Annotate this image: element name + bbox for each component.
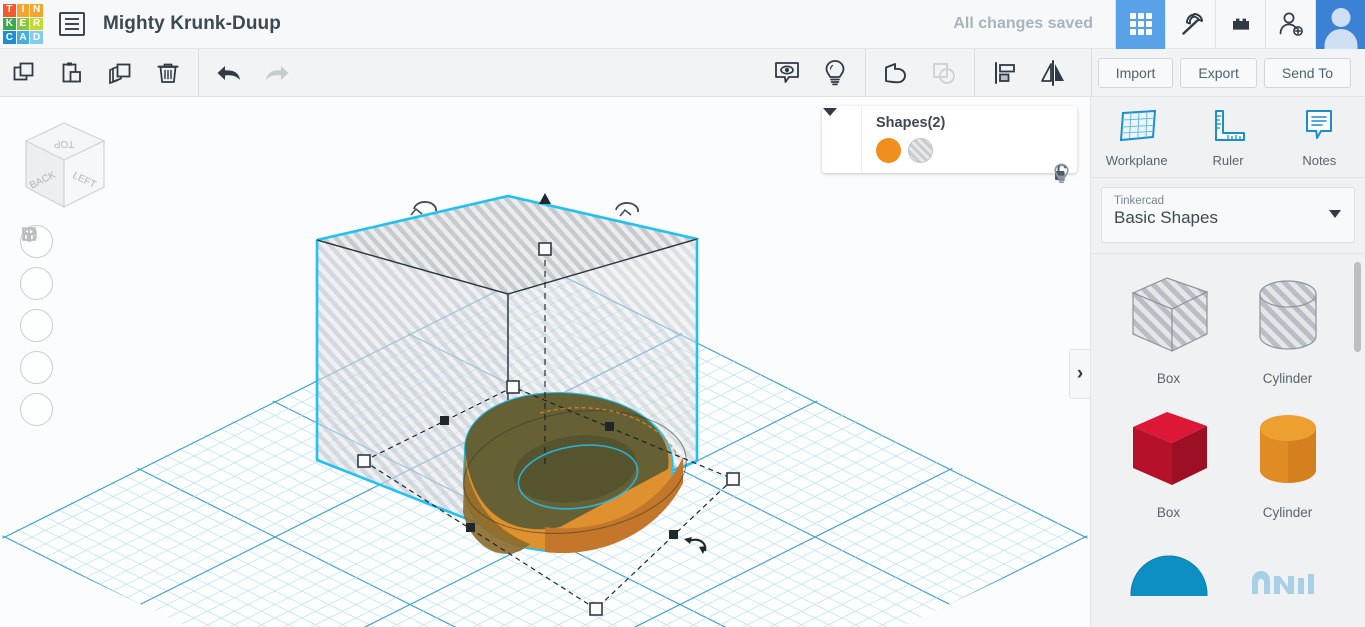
shape-label: Cylinder [1262, 505, 1313, 520]
logo-tile-c: C [3, 31, 16, 44]
tinkercad-logo[interactable]: TIN KER CAD [1, 2, 45, 46]
logo-tile-i: I [16, 4, 30, 17]
shapes-inspector-panel[interactable]: Shapes(2) [822, 106, 1077, 183]
tinkercad-app: TIN KER CAD Mighty Krunk-Duup All changes … [0, 0, 1365, 627]
copy-icon[interactable] [0, 49, 48, 96]
shape-item-box-red[interactable]: Box [1109, 402, 1228, 520]
ruler-label: Ruler [1212, 152, 1244, 168]
shape-label: Cylinder [1262, 371, 1313, 386]
save-status: All changes saved [953, 15, 1093, 32]
shape-label: Box [1156, 505, 1181, 520]
group-icon[interactable] [872, 49, 920, 96]
header-right-group: All changes saved [953, 0, 1365, 49]
workplane-label: Workplane [1105, 152, 1168, 168]
send-to-button[interactable]: Send To [1263, 57, 1351, 88]
notes-icon [1306, 109, 1333, 139]
panel-collapse-tab[interactable]: › [1069, 349, 1090, 399]
shape-library-panel: Workplane Ruler Notes Tinkercad Basic Sh… [1090, 97, 1365, 627]
blocks-grid-icon[interactable] [1115, 0, 1165, 49]
workplane-tool[interactable]: Workplane [1091, 97, 1182, 177]
list-document-icon[interactable] [59, 12, 85, 36]
fit-to-view-icon[interactable] [20, 227, 53, 300]
logo-tile-e: E [16, 17, 30, 31]
lightbulb-icon[interactable] [811, 49, 859, 96]
pickaxe-icon[interactable] [1165, 0, 1215, 49]
logo-tile-d: D [30, 31, 43, 44]
shape-item-sphere[interactable]: Sphere [1109, 536, 1228, 600]
view-navigation-controls [20, 225, 53, 435]
mirror-icon[interactable] [1029, 49, 1077, 96]
workplane-icon [1119, 109, 1156, 141]
avatar[interactable] [1315, 0, 1365, 49]
scene-3d[interactable] [0, 97, 1090, 627]
paste-icon[interactable] [48, 49, 96, 96]
top-arrow-handle[interactable] [539, 193, 551, 204]
collapse-caret-icon[interactable] [822, 106, 862, 173]
chevron-down-icon[interactable] [1329, 210, 1341, 218]
logo-tile-r: R [30, 17, 43, 31]
workplane-canvas[interactable]: TOP BACK LEFT Shapes(2) › [0, 97, 1090, 627]
library-name-label: Basic Shapes [1114, 208, 1218, 227]
view-callout-icon[interactable] [763, 49, 811, 96]
page-title: Mighty Krunk-Duup [103, 13, 281, 34]
shapes-panel-body: Shapes(2) [862, 106, 1077, 183]
shape-grid-scrollbar[interactable] [1354, 262, 1361, 352]
align-icon[interactable] [981, 49, 1029, 96]
export-button[interactable]: Export [1180, 57, 1257, 88]
lego-brick-icon[interactable] [1215, 0, 1265, 49]
viewcube-face-top: TOP [53, 138, 74, 149]
shape-item-box-hole[interactable]: Box [1109, 268, 1228, 386]
shape-item-cylinder-hole[interactable]: Cylinder [1228, 268, 1347, 386]
shape-grid[interactable]: Box Cylinder Box Cylinder [1091, 253, 1365, 600]
logo-tile-a: A [16, 31, 30, 44]
logo-tile-k: K [3, 17, 16, 31]
ruler-icon [1214, 109, 1245, 141]
library-select[interactable]: Tinkercad Basic Shapes [1101, 187, 1355, 243]
shape-item-cylinder-orange[interactable]: Cylinder [1228, 402, 1347, 520]
logo-tile-t: T [3, 4, 16, 17]
toolbar-divider-3 [973, 49, 975, 96]
shapes-count-label: Shapes(2) [876, 115, 946, 131]
zoom-in-icon[interactable] [20, 227, 53, 342]
app-header: TIN KER CAD Mighty Krunk-Duup All changes … [0, 0, 1365, 49]
notes-label: Notes [1302, 152, 1337, 168]
ruler-tool[interactable]: Ruler [1182, 97, 1273, 177]
ungroup-icon [920, 49, 968, 96]
redo-arrow-icon [253, 49, 301, 96]
duplicate-icon[interactable] [96, 49, 144, 96]
notes-tool[interactable]: Notes [1274, 97, 1365, 177]
solid-orange-swatch[interactable] [876, 138, 901, 163]
view-cube[interactable]: TOP BACK LEFT [12, 115, 117, 220]
hole-hatched-swatch[interactable] [908, 138, 933, 163]
perspective-toggle-icon[interactable] [20, 226, 53, 426]
add-person-icon[interactable] [1265, 0, 1315, 49]
shape-swatches [876, 138, 1065, 163]
main-toolbar: Import Export Send To [0, 49, 1365, 97]
library-source-label: Tinkercad [1114, 195, 1165, 207]
shape-label: Box [1156, 371, 1181, 386]
shape-item-text[interactable]: Text [1228, 536, 1347, 600]
undo-arrow-icon[interactable] [205, 49, 253, 96]
panel-tools-row: Workplane Ruler Notes [1091, 97, 1365, 178]
toolbar-divider-4 [1090, 49, 1092, 96]
import-button[interactable]: Import [1097, 57, 1174, 88]
logo-tile-n: N [30, 4, 43, 17]
toolbar-divider-2 [864, 49, 866, 96]
zoom-out-icon[interactable] [20, 233, 53, 384]
library-select-wrap: Tinkercad Basic Shapes [1091, 178, 1365, 253]
trash-icon[interactable] [144, 49, 192, 96]
toolbar-divider [198, 49, 199, 96]
